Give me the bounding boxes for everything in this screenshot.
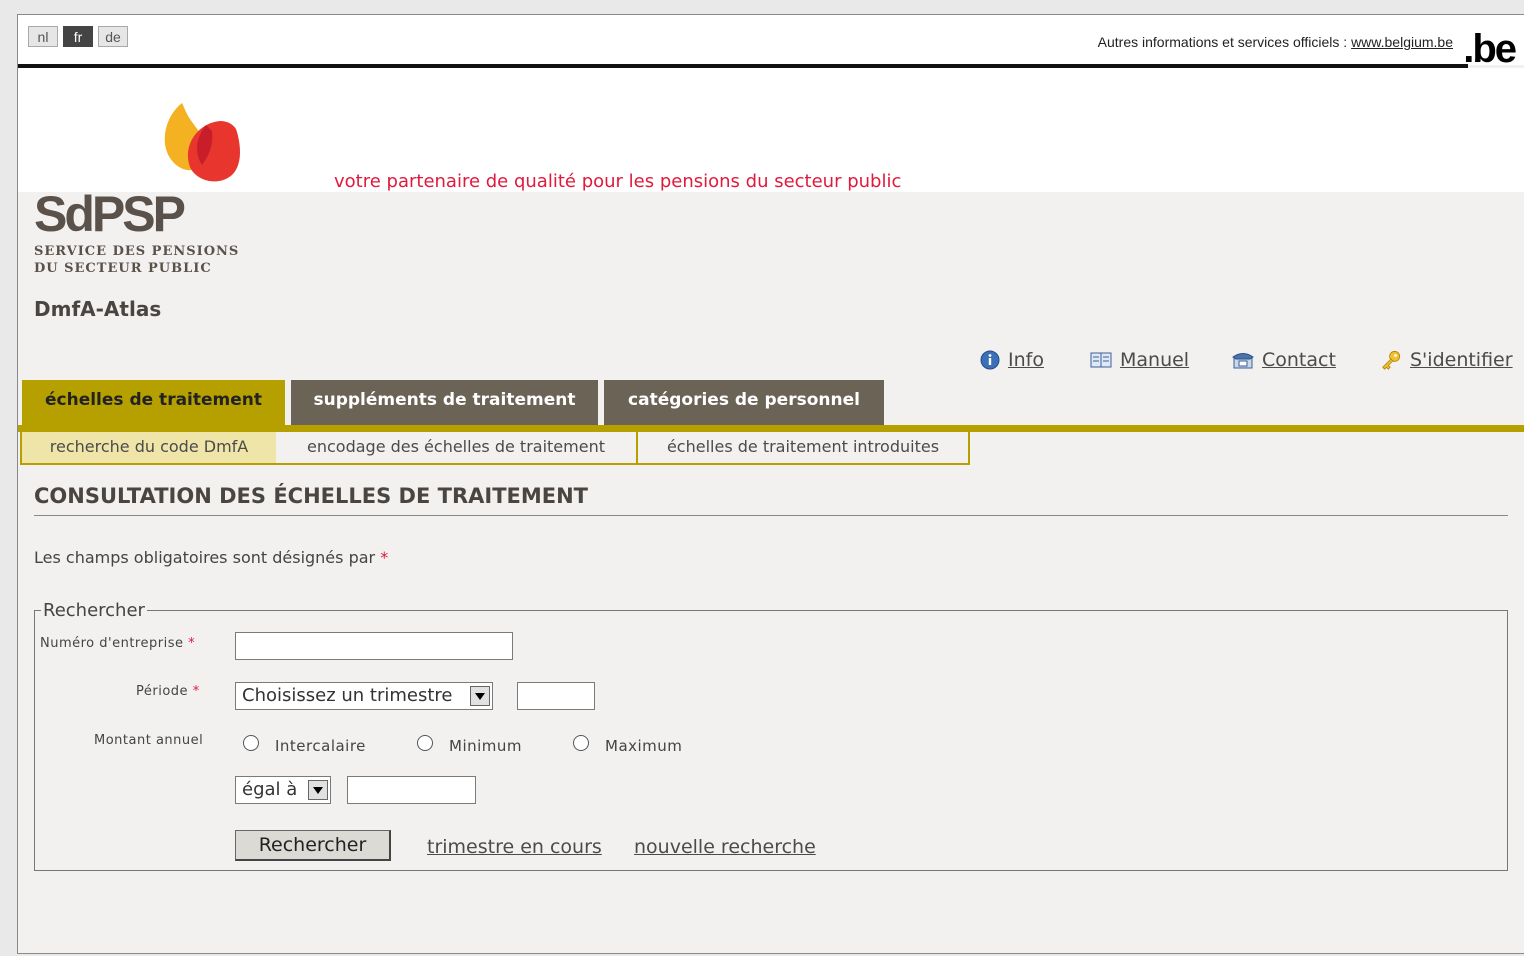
tab-supplements-de-traitement[interactable]: suppléments de traitement [291, 380, 598, 425]
radio-intercalaire[interactable]: Intercalaire [243, 735, 366, 755]
util-link-manuel[interactable]: Manuel [1090, 349, 1189, 371]
subtab-encodage-echelles[interactable]: encodage des échelles de traitement [276, 432, 638, 465]
search-legend: Rechercher [43, 600, 145, 621]
annual-amount-input[interactable] [347, 776, 476, 804]
title-divider [34, 515, 1508, 516]
login-link[interactable]: S'identifier [1410, 349, 1513, 371]
annual-amount-label: Montant annuel [94, 733, 204, 748]
page-frame: nl fr de Autres informations et services… [17, 14, 1524, 954]
key-icon [1382, 350, 1401, 370]
period-year-input[interactable] [517, 682, 595, 710]
official-info: Autres informations et services officiel… [1098, 34, 1453, 50]
sdpsp-logo-text: SdPSP [34, 186, 186, 242]
radio-intercalaire-label: Intercalaire [275, 737, 366, 755]
subtab-echelles-introduites[interactable]: échelles de traitement introduites [636, 432, 970, 465]
enterprise-number-input[interactable] [235, 632, 513, 660]
period-label: Période * [136, 684, 200, 699]
required-fields-note: Les champs obligatoires sont désignés pa… [34, 548, 388, 567]
info-icon [980, 350, 1000, 370]
federal-top-bar: nl fr de Autres informations et services… [18, 15, 1524, 69]
enterprise-required-mark: * [188, 636, 196, 651]
radio-maximum[interactable]: Maximum [573, 735, 683, 755]
radio-circle-icon[interactable] [243, 735, 259, 751]
chevron-down-icon[interactable] [308, 780, 328, 800]
info-link[interactable]: Info [1008, 349, 1044, 371]
search-submit-button[interactable]: Rechercher [235, 830, 391, 861]
tab-underline [18, 425, 1524, 432]
new-search-link[interactable]: nouvelle recherche [634, 836, 816, 858]
period-quarter-select[interactable]: Choisissez un trimestre [235, 682, 493, 710]
chevron-down-icon[interactable] [470, 686, 490, 706]
util-link-login[interactable]: S'identifier [1380, 349, 1513, 371]
logo-sub-line1: SERVICE DES PENSIONS [34, 244, 240, 259]
manuel-link[interactable]: Manuel [1120, 349, 1189, 371]
phone-icon [1232, 353, 1254, 369]
period-label-text: Période [136, 684, 189, 699]
required-mark: * [380, 548, 389, 567]
enterprise-number-label: Numéro d'entreprise * [40, 636, 195, 651]
comparator-select[interactable]: égal à [235, 776, 331, 804]
radio-maximum-label: Maximum [605, 737, 683, 755]
logo-sub-line2: DU SECTEUR PUBLIC [34, 261, 212, 276]
period-quarter-value: Choisissez un trimestre [242, 685, 453, 706]
official-info-text: Autres informations et services officiel… [1097, 34, 1348, 50]
subtab-recherche-code-dmfa[interactable]: recherche du code DmfA [20, 432, 278, 465]
sdpsp-logo-subtitle: SERVICE DES PENSIONS DU SECTEUR PUBLIC [34, 243, 239, 277]
sdpsp-flame-logo-icon [164, 103, 240, 182]
app-name: DmfA-Atlas [34, 297, 162, 321]
tagline: votre partenaire de qualité pour les pen… [334, 171, 902, 192]
lang-fr-button[interactable]: fr [63, 26, 93, 47]
radio-minimum-label: Minimum [449, 737, 523, 755]
radio-circle-icon[interactable] [417, 735, 433, 751]
contact-link[interactable]: Contact [1262, 349, 1336, 371]
tab-categories-de-personnel[interactable]: catégories de personnel [604, 380, 884, 425]
required-note-text: Les champs obligatoires sont désignés pa… [34, 548, 376, 567]
util-link-contact[interactable]: Contact [1232, 349, 1336, 371]
enterprise-label-text: Numéro d'entreprise [40, 636, 184, 651]
belgium-link[interactable]: www.belgium.be [1351, 34, 1453, 50]
book-icon [1090, 352, 1112, 368]
radio-minimum[interactable]: Minimum [417, 735, 523, 755]
current-quarter-link[interactable]: trimestre en cours [427, 836, 602, 858]
period-required-mark: * [192, 684, 200, 699]
comparator-value: égal à [242, 779, 298, 800]
util-link-info[interactable]: Info [980, 349, 1044, 371]
tab-echelles-de-traitement[interactable]: échelles de traitement [22, 380, 285, 425]
lang-de-button[interactable]: de [98, 26, 128, 47]
be-logo[interactable]: .be [1463, 29, 1517, 69]
page-title: CONSULTATION DES ÉCHELLES DE TRAITEMENT [34, 484, 589, 508]
radio-circle-icon[interactable] [573, 735, 589, 751]
lang-nl-button[interactable]: nl [28, 26, 58, 47]
